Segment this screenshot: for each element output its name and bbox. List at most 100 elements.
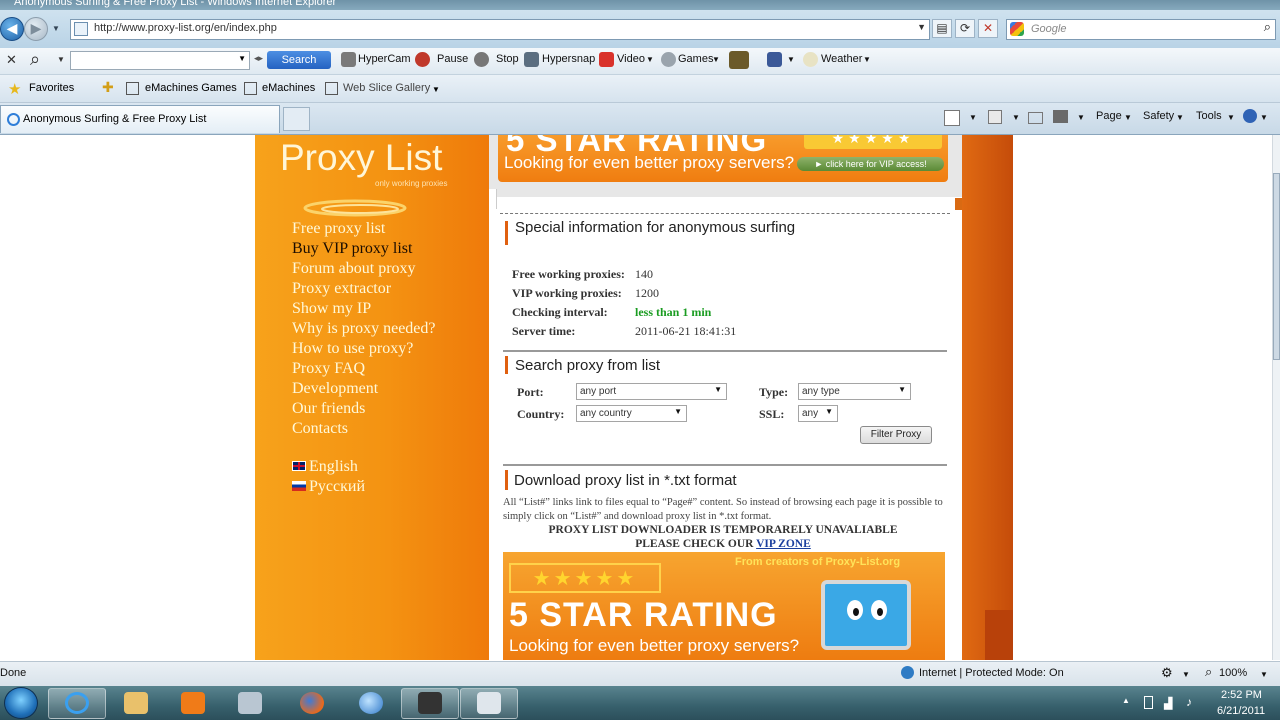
wolf-icon[interactable] — [729, 51, 749, 69]
close-toolbar-icon[interactable]: ✕ — [6, 52, 17, 68]
vip-banner-bottom[interactable]: ★★★★★ From creators of Proxy-List.org 5 … — [503, 552, 945, 660]
page-chevron-icon[interactable]: ▼ — [1124, 113, 1132, 122]
lang-english[interactable]: English — [309, 458, 358, 476]
vip-access-button[interactable]: ► click here for VIP access! — [797, 157, 944, 171]
ssl-select[interactable]: any ▼ — [798, 405, 838, 422]
tab-active[interactable]: Anonymous Surfing & Free Proxy List — [0, 105, 280, 133]
download-title: Download proxy list in *.txt format — [514, 472, 737, 489]
print-icon[interactable] — [1053, 110, 1068, 123]
nav-why-proxy-needed[interactable]: Why is proxy needed? — [292, 320, 436, 338]
page-menu[interactable]: Page — [1096, 110, 1122, 122]
nav-how-to-use-proxy[interactable]: How to use proxy? — [292, 340, 413, 358]
toolbar-search-chevron-icon[interactable]: ▼ — [57, 55, 65, 64]
compatibility-view-button[interactable]: ▤ — [932, 19, 952, 38]
refresh-button[interactable]: ⟳ — [955, 19, 975, 38]
toolbar-resize-icon[interactable]: ◂▸ — [254, 53, 263, 64]
volume-icon[interactable]: ♪ — [1186, 695, 1192, 709]
toolbar-item-games[interactable]: Games — [678, 53, 713, 65]
vip-zone-link[interactable]: VIP ZONE — [756, 538, 811, 550]
facebook-chevron-icon[interactable]: ▼ — [787, 55, 795, 64]
hypersnap-icon — [524, 52, 539, 67]
status-text: Done — [0, 667, 27, 679]
safety-menu[interactable]: Safety — [1143, 110, 1174, 122]
weather-icon — [803, 52, 818, 67]
feeds-icon[interactable] — [988, 110, 1002, 124]
google-icon — [1010, 22, 1024, 36]
chevron-down-icon: ▼ — [714, 385, 722, 394]
site-logo[interactable]: Proxy List — [280, 137, 442, 179]
nav-development[interactable]: Development — [292, 380, 378, 398]
show-hidden-icons[interactable]: ▲ — [1122, 696, 1130, 705]
favorite-web-slice-gallery[interactable]: Web Slice Gallery — [343, 82, 430, 94]
security-zone-text[interactable]: Internet | Protected Mode: On — [919, 667, 1064, 679]
nav-buy-vip-proxy-list[interactable]: Buy VIP proxy list — [292, 240, 412, 258]
nav-forum-about-proxy[interactable]: Forum about proxy — [292, 260, 416, 278]
lang-russian[interactable]: Русский — [309, 478, 365, 496]
feeds-chevron-icon[interactable]: ▼ — [1012, 113, 1020, 122]
search-icon[interactable]: ⌕ — [1264, 20, 1271, 35]
site-tagline: only working proxies — [375, 179, 448, 188]
nav-contacts[interactable]: Contacts — [292, 420, 348, 438]
add-favorite-icon[interactable]: ✚ — [102, 80, 114, 96]
battery-icon[interactable] — [1144, 696, 1153, 709]
nav-proxy-extractor[interactable]: Proxy extractor — [292, 280, 391, 298]
favorites-button[interactable]: Favorites — [29, 82, 74, 94]
vip-banner-top[interactable]: 5 STAR RATING ★★★★★ Looking for even bet… — [498, 135, 948, 182]
web-slice-chevron-icon[interactable]: ▼ — [432, 85, 440, 94]
favorite-emachines-games[interactable]: eMachines Games — [145, 82, 237, 94]
toolbar-item-video[interactable]: Video — [617, 53, 645, 65]
clock-time[interactable]: 2:52 PM — [1221, 689, 1262, 701]
recent-pages-chevron-icon[interactable]: ▼ — [52, 24, 60, 33]
mail-icon[interactable] — [1028, 112, 1043, 124]
nav-proxy-faq[interactable]: Proxy FAQ — [292, 360, 365, 378]
address-dropdown-icon[interactable]: ▼ — [917, 22, 926, 32]
app-icon — [238, 692, 262, 714]
country-select[interactable]: any country ▼ — [576, 405, 687, 422]
nav-our-friends[interactable]: Our friends — [292, 400, 365, 418]
toolbar-search-icon[interactable]: ⌕ — [30, 49, 40, 70]
help-chevron-icon[interactable]: ▼ — [1260, 113, 1268, 122]
stop-button[interactable]: ✕ — [978, 19, 998, 38]
tools-menu[interactable]: Tools — [1196, 110, 1222, 122]
scrollbar-thumb[interactable] — [1273, 173, 1280, 360]
start-button[interactable] — [4, 687, 38, 719]
help-icon[interactable] — [1243, 109, 1257, 123]
games-chevron-icon[interactable]: ▼ — [712, 55, 720, 64]
network-icon[interactable]: ▟ — [1164, 697, 1172, 710]
popup-blocker-icon[interactable]: ⚙ — [1161, 665, 1173, 681]
hypercam-taskbar-icon — [418, 692, 442, 714]
home-icon[interactable] — [944, 110, 960, 126]
forward-button[interactable]: ▶ — [24, 17, 48, 41]
zoom-level[interactable]: 100% — [1219, 667, 1247, 679]
new-tab-button[interactable] — [283, 107, 310, 131]
toolbar-search-button[interactable]: Search — [267, 51, 331, 69]
type-select[interactable]: any type ▼ — [798, 383, 911, 400]
status-chevron-icon[interactable]: ▼ — [1182, 670, 1190, 679]
tools-chevron-icon[interactable]: ▼ — [1227, 113, 1235, 122]
safety-chevron-icon[interactable]: ▼ — [1176, 113, 1184, 122]
port-select[interactable]: any port ▼ — [576, 383, 727, 400]
facebook-icon[interactable] — [767, 52, 782, 67]
print-chevron-icon[interactable]: ▼ — [1077, 113, 1085, 122]
weather-chevron-icon[interactable]: ▼ — [863, 55, 871, 64]
toolbar-item-pause[interactable]: Pause — [437, 53, 468, 65]
toolbar-search-input[interactable]: ▼ — [70, 51, 250, 70]
address-bar[interactable]: http://www.proxy-list.org/en/index.php ▼ — [70, 19, 930, 40]
hypercam-icon — [341, 52, 356, 67]
video-chevron-icon[interactable]: ▼ — [646, 55, 654, 64]
vip-zone-line: PLEASE CHECK OUR VIP ZONE — [503, 538, 943, 550]
home-chevron-icon[interactable]: ▼ — [969, 113, 977, 122]
favorite-emachines[interactable]: eMachines — [262, 82, 315, 94]
firefox-icon — [300, 692, 324, 714]
toolbar-item-stop[interactable]: Stop — [496, 53, 519, 65]
filter-proxy-button[interactable]: Filter Proxy — [860, 426, 932, 444]
zoom-chevron-icon[interactable]: ▼ — [1260, 670, 1268, 679]
toolbar-item-hypercam[interactable]: HyperCam — [358, 53, 411, 65]
search-input[interactable]: Google ⌕ — [1006, 19, 1276, 40]
nav-free-proxy-list[interactable]: Free proxy list — [292, 220, 385, 238]
back-button[interactable]: ◀ — [0, 17, 24, 41]
toolbar-item-hypersnap[interactable]: Hypersnap — [542, 53, 595, 65]
nav-show-my-ip[interactable]: Show my IP — [292, 300, 371, 318]
clock-date[interactable]: 6/21/2011 — [1217, 705, 1265, 717]
toolbar-item-weather[interactable]: Weather — [821, 53, 862, 65]
